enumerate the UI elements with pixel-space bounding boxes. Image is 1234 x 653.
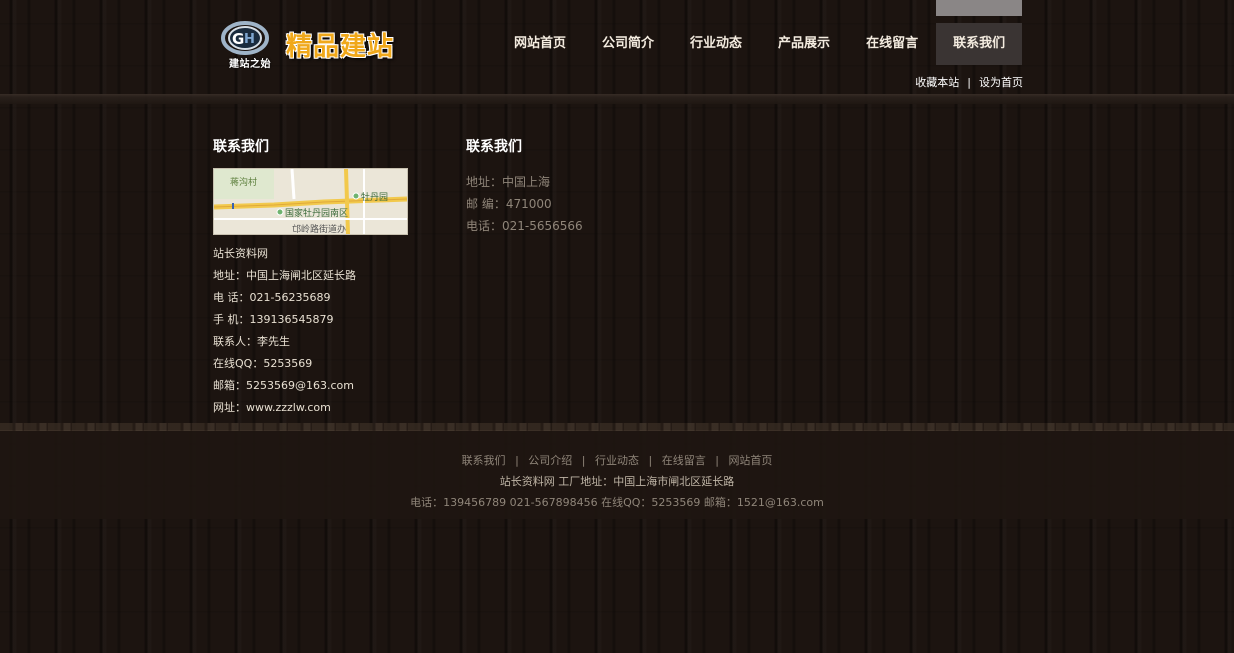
bookmark-link[interactable]: 收藏本站	[915, 74, 959, 90]
footer-links: 联系我们 | 公司介绍 | 行业动态 | 在线留言 | 网站首页	[0, 450, 1234, 471]
nav-item-home[interactable]: 网站首页	[496, 23, 584, 65]
contact-phone: 电话：021-5656566	[466, 219, 583, 233]
sidebar-address: 地址：中国上海闸北区延长路	[213, 269, 356, 282]
top-links: 收藏本站 | 设为首页	[915, 74, 1023, 90]
sidebar-contact-info: 站长资料网 地址：中国上海闸北区延长路 电 话：021-56235689 手 机…	[213, 243, 413, 419]
footer-separator: |	[648, 454, 653, 467]
sidebar-contact-person: 联系人：李先生	[213, 335, 290, 348]
sidebar-email: 邮箱：5253569@163.com	[213, 379, 354, 392]
map-label-village: 蒋沟村	[230, 178, 258, 188]
svg-text:G: G	[232, 30, 244, 48]
footer-link-home[interactable]: 网站首页	[728, 454, 772, 467]
footer-edge	[0, 423, 1234, 431]
footer-separator: |	[581, 454, 586, 467]
sidebar-mobile: 手 机：139136545879	[213, 313, 334, 326]
nav-item-about[interactable]: 公司简介	[584, 23, 672, 65]
contact-address: 地址：中国上海	[466, 175, 551, 189]
footer-link-contact[interactable]: 联系我们	[462, 454, 506, 467]
map-label-street-office: 邙岭路街道办	[292, 225, 347, 235]
nav-item-news[interactable]: 行业动态	[672, 23, 760, 65]
footer-link-about[interactable]: 公司介绍	[528, 454, 572, 467]
footer-link-news[interactable]: 行业动态	[595, 454, 639, 467]
footer-separator: |	[515, 454, 519, 467]
svg-text:H: H	[244, 32, 255, 47]
map-label-peony-garden: 牡丹园	[361, 193, 389, 203]
site-footer: 联系我们 | 公司介绍 | 行业动态 | 在线留言 | 网站首页 站长资料网 工…	[0, 423, 1234, 519]
sidebar-qq: 在线QQ：5253569	[213, 357, 313, 370]
main-content: 联系我们 地址：中国上海 邮 编：471000 电话：021-5656566	[466, 137, 1026, 237]
sidebar-title: 联系我们	[213, 139, 269, 155]
footer-address: 站长资料网 工厂地址：中国上海市闸北区延长路	[499, 475, 735, 488]
site-header: G H 建站之始 精品建站 网站首页 公司简介 行业动态 产品展示 在线留言 联…	[0, 0, 1234, 94]
nav-item-guestbook[interactable]: 在线留言	[848, 23, 936, 65]
sidebar-site-name: 站长资料网	[213, 247, 268, 260]
header-divider	[0, 94, 1234, 104]
contact-details: 地址：中国上海 邮 编：471000 电话：021-5656566	[466, 171, 1026, 237]
sidebar-phone: 电 话：021-56235689	[213, 291, 331, 304]
site-logo[interactable]: G H 建站之始 精品建站	[218, 18, 418, 70]
footer-link-guestbook[interactable]: 在线留言	[662, 454, 706, 467]
map-label-national-peony-garden: 国家牡丹园南区	[285, 209, 349, 219]
logo-small-text: 建站之始	[229, 59, 271, 70]
set-home-link[interactable]: 设为首页	[979, 74, 1023, 90]
page-title: 联系我们	[466, 139, 522, 155]
location-map[interactable]: 蒋沟村 牡丹园 国家牡丹园南区 邙岭路街道办	[213, 168, 408, 235]
footer-contact: 电话：139456789 021-567898456 在线QQ：5253569 …	[410, 496, 824, 509]
main-nav: 网站首页 公司简介 行业动态 产品展示 在线留言 联系我们	[496, 0, 1023, 65]
logo-title: 精品建站	[286, 31, 395, 62]
sidebar-website: 网址：www.zzzlw.com	[213, 401, 331, 414]
nav-item-contact[interactable]: 联系我们	[936, 0, 1023, 65]
contact-postcode: 邮 编：471000	[466, 197, 552, 211]
nav-item-products[interactable]: 产品展示	[760, 23, 848, 65]
logo-emblem-icon: G H 建站之始	[218, 18, 278, 70]
sidebar: 联系我们 蒋沟村 牡丹园 国家牡丹园南区 邙岭路街道办 站长资料网 地址：中国上…	[213, 137, 413, 419]
top-links-separator: |	[967, 75, 971, 89]
footer-separator: |	[715, 454, 719, 467]
